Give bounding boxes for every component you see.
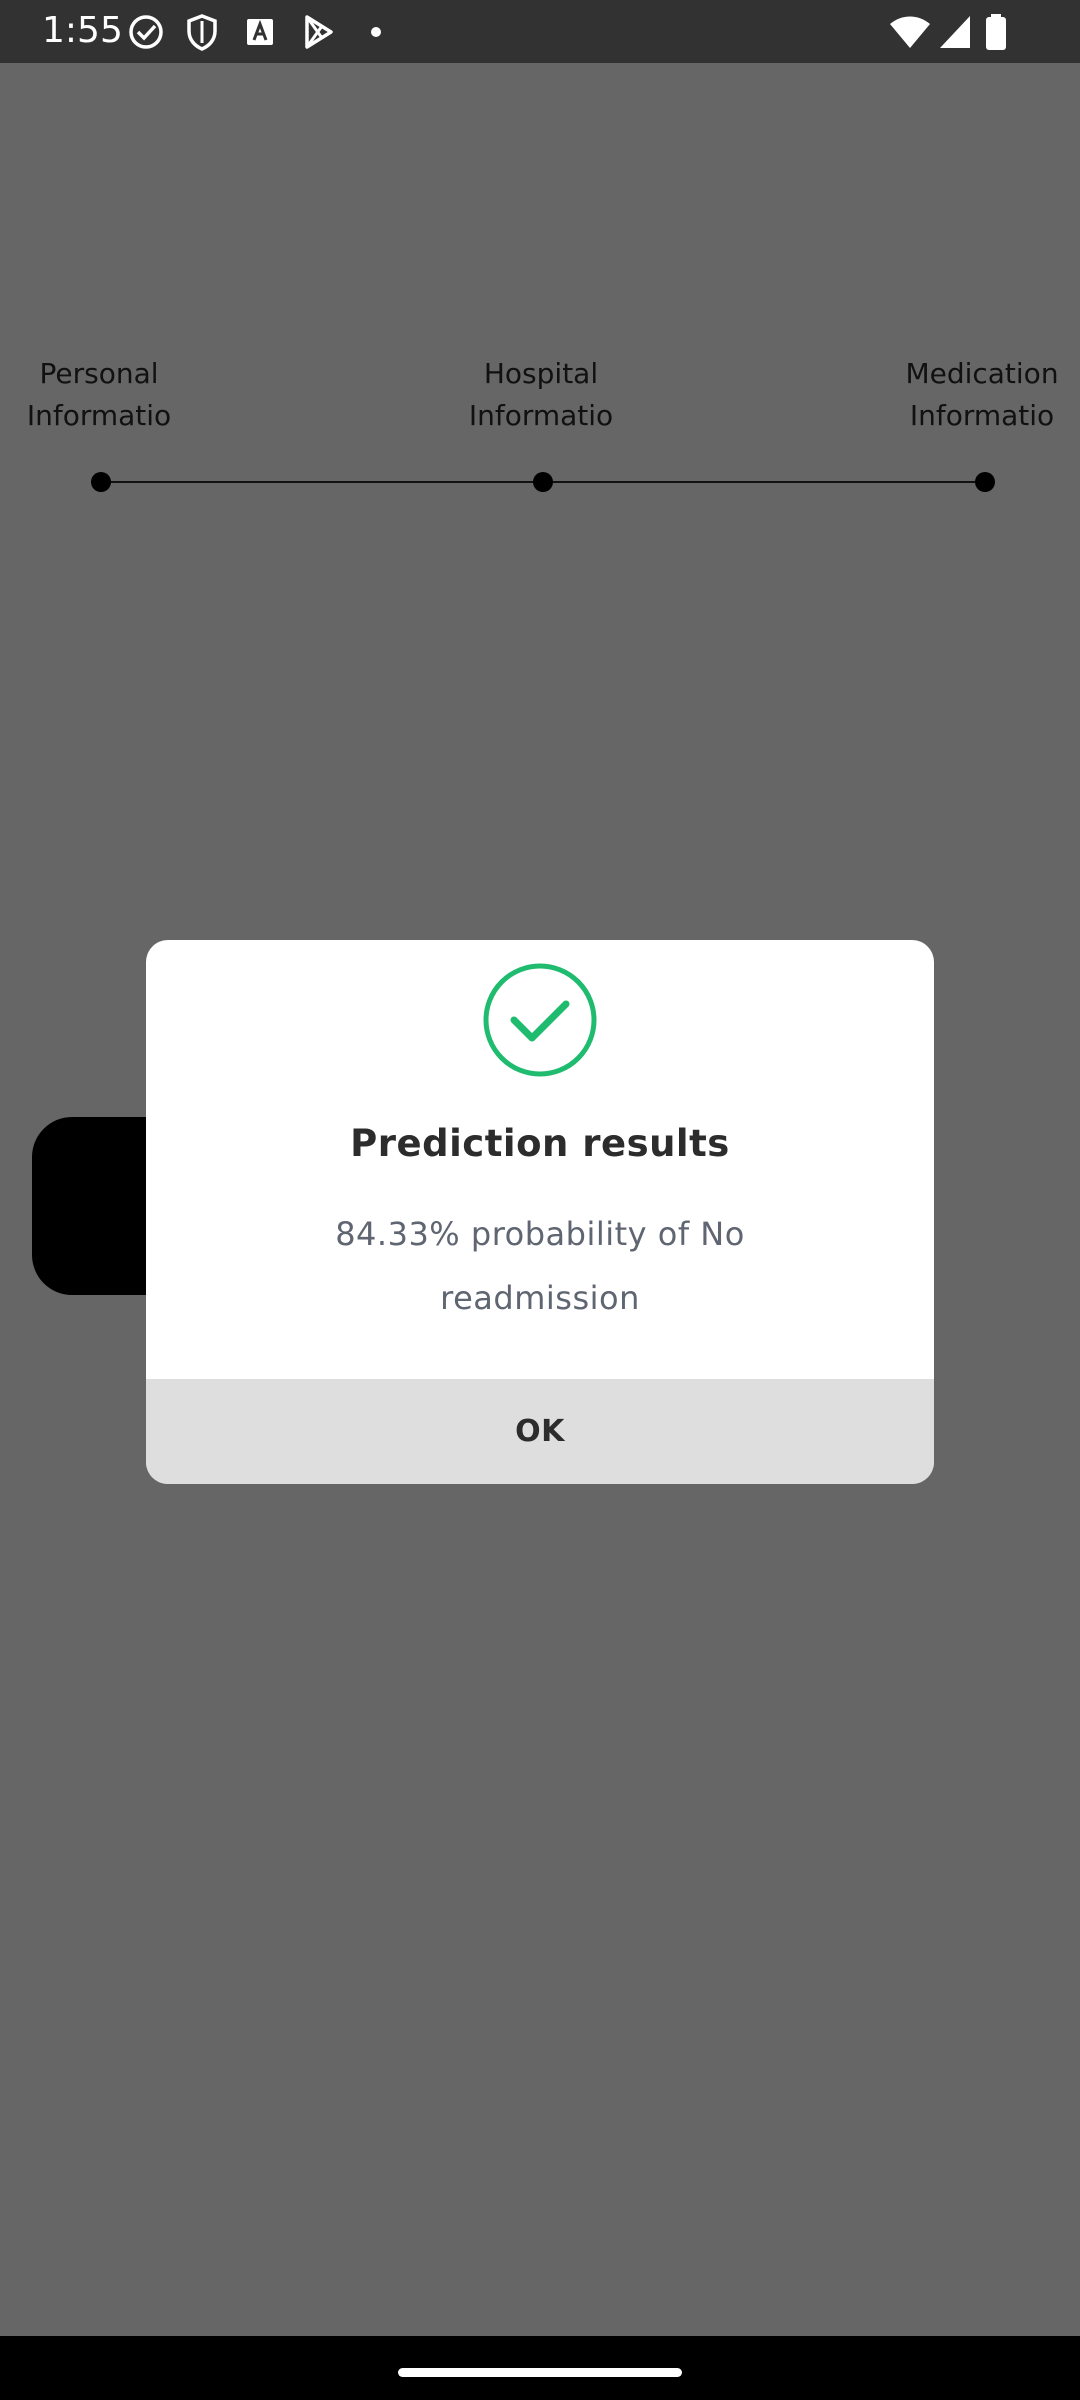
dot-icon xyxy=(356,12,396,52)
ok-button[interactable]: OK xyxy=(146,1379,934,1484)
home-gesture-handle[interactable] xyxy=(398,2368,682,2377)
status-time: 1:55 xyxy=(42,10,123,51)
step-personal-label[interactable]: Personal Informatio xyxy=(0,353,199,437)
dialog-title: Prediction results xyxy=(350,1122,730,1165)
battery-icon xyxy=(980,12,1012,52)
step-hospital-dot[interactable] xyxy=(533,472,553,492)
status-bar: 1:55 xyxy=(0,0,1080,63)
success-check-icon xyxy=(482,962,598,1078)
font-a-icon xyxy=(240,12,280,52)
check-circle-icon xyxy=(126,12,166,52)
ok-button-label: OK xyxy=(515,1414,565,1449)
dialog-message: 84.33% probability of No readmission xyxy=(335,1215,745,1317)
navigation-bar xyxy=(0,2336,1080,2400)
step-medication-dot[interactable] xyxy=(975,472,995,492)
wifi-icon xyxy=(888,12,932,52)
step-personal-dot[interactable] xyxy=(91,472,111,492)
step-medication-label[interactable]: Medication Informatio xyxy=(882,353,1080,437)
prediction-dialog: Prediction results 84.33% probability of… xyxy=(146,940,934,1484)
shield-icon xyxy=(182,12,222,52)
play-store-icon xyxy=(298,12,338,52)
signal-icon xyxy=(936,12,976,52)
step-hospital-label[interactable]: Hospital Informatio xyxy=(441,353,641,437)
